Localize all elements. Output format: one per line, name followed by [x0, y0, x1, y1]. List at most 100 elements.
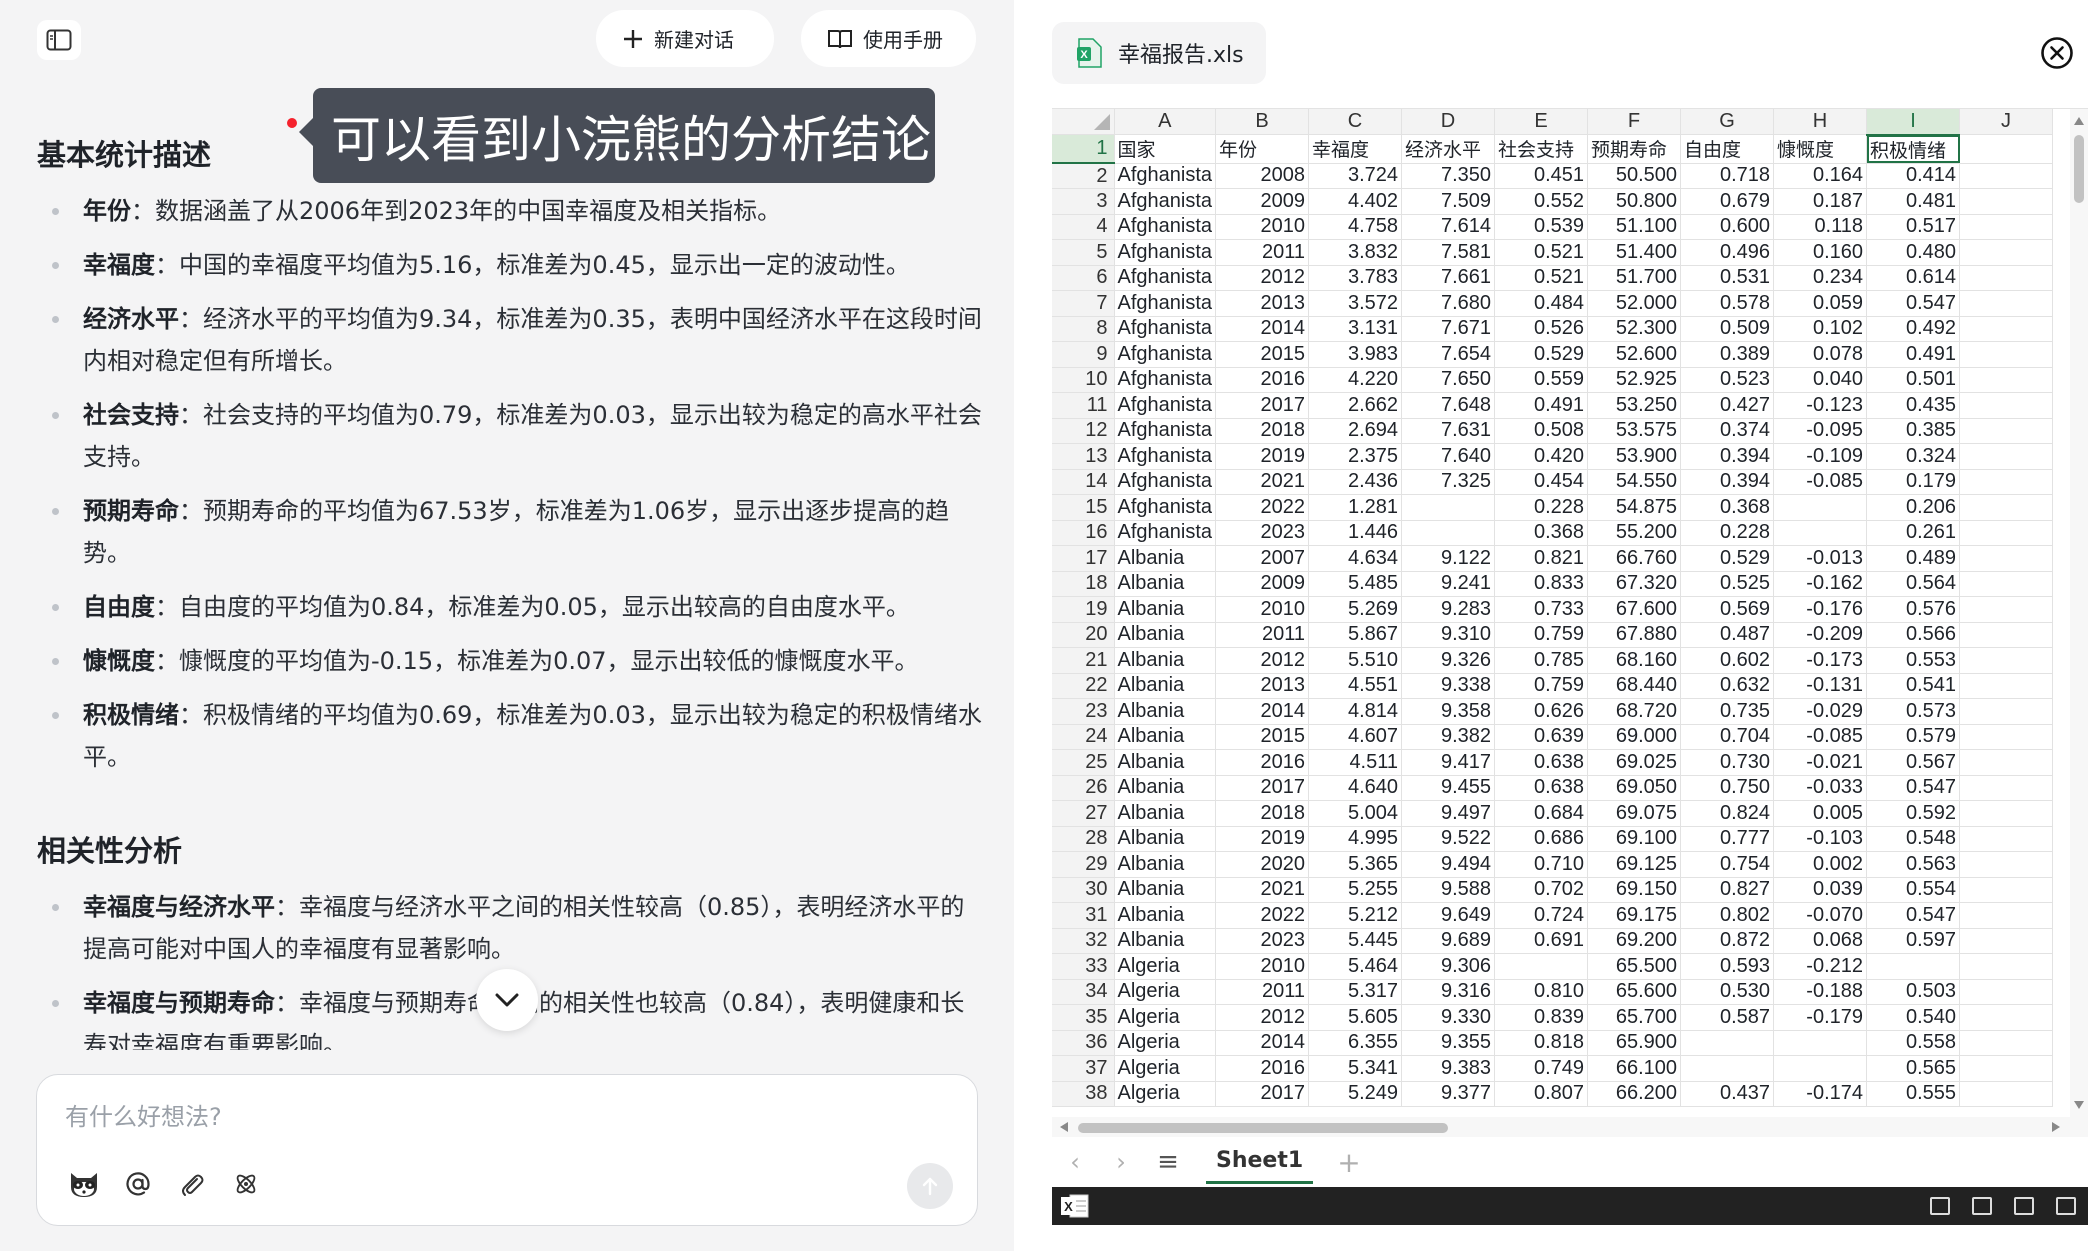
table-cell[interactable]: 0.547	[1866, 902, 1961, 929]
table-cell[interactable]: -0.188	[1773, 979, 1868, 1005]
table-cell[interactable]: 69.175	[1587, 902, 1682, 929]
table-cell[interactable]: 0.526	[1494, 316, 1589, 342]
table-cell[interactable]: 9.383	[1401, 1055, 1496, 1082]
row-number[interactable]: 7	[1052, 290, 1115, 317]
header-cell[interactable]: 社会支持	[1494, 134, 1589, 164]
table-cell[interactable]	[1959, 622, 2054, 648]
table-cell[interactable]: -0.173	[1773, 647, 1868, 674]
table-cell[interactable]: 5.365	[1308, 851, 1403, 878]
table-cell[interactable]: 0.754	[1680, 851, 1775, 878]
table-cell[interactable]: 0.481	[1866, 188, 1961, 215]
table-cell[interactable]: 0.566	[1866, 622, 1961, 648]
row-number[interactable]: 33	[1052, 953, 1115, 980]
table-cell[interactable]: 0.484	[1494, 290, 1589, 317]
table-cell[interactable]: 0.492	[1866, 316, 1961, 342]
table-cell[interactable]: 4.758	[1308, 214, 1403, 240]
table-cell[interactable]: 0.005	[1773, 800, 1868, 827]
table-cell[interactable]: Albania	[1114, 928, 1217, 954]
table-cell[interactable]: 0.810	[1494, 979, 1589, 1005]
column-header[interactable]: F	[1587, 109, 1682, 135]
table-cell[interactable]: 52.000	[1587, 290, 1682, 317]
table-cell[interactable]: 2022	[1215, 494, 1310, 521]
table-cell[interactable]	[1959, 851, 2054, 878]
table-cell[interactable]: 52.925	[1587, 367, 1682, 393]
table-cell[interactable]: 9.306	[1401, 953, 1496, 980]
table-cell[interactable]: 5.341	[1308, 1055, 1403, 1082]
row-number[interactable]: 6	[1052, 265, 1115, 291]
table-cell[interactable]: 0.554	[1866, 877, 1961, 903]
table-cell[interactable]: 9.122	[1401, 545, 1496, 572]
table-cell[interactable]: 4.402	[1308, 188, 1403, 215]
vertical-scrollbar[interactable]	[2070, 109, 2088, 1117]
table-cell[interactable]: 0.750	[1680, 775, 1775, 801]
table-cell[interactable]: Afghanista	[1114, 520, 1217, 546]
next-sheet-icon[interactable]: ›	[1098, 1148, 1144, 1176]
table-cell[interactable]: 9.310	[1401, 622, 1496, 648]
table-cell[interactable]: 0.487	[1680, 622, 1775, 648]
select-all-corner[interactable]	[1052, 109, 1115, 135]
table-cell[interactable]: Algeria	[1114, 953, 1217, 980]
model-select-button[interactable]	[229, 1167, 263, 1201]
table-cell[interactable]	[1959, 1081, 2054, 1107]
table-cell[interactable]: 7.648	[1401, 392, 1496, 419]
table-cell[interactable]: 69.200	[1587, 928, 1682, 954]
table-cell[interactable]: 0.691	[1494, 928, 1589, 954]
table-cell[interactable]: 9.326	[1401, 647, 1496, 674]
row-number[interactable]: 1	[1052, 134, 1115, 164]
table-cell[interactable]	[1959, 367, 2054, 393]
table-cell[interactable]: 0.679	[1680, 188, 1775, 215]
table-cell[interactable]: 0.824	[1680, 800, 1775, 827]
table-cell[interactable]: Afghanista	[1114, 214, 1217, 240]
row-number[interactable]: 13	[1052, 443, 1115, 470]
table-cell[interactable]: Albania	[1114, 571, 1217, 597]
row-number[interactable]: 12	[1052, 418, 1115, 444]
table-cell[interactable]: 5.867	[1308, 622, 1403, 648]
table-cell[interactable]	[1959, 571, 2054, 597]
table-cell[interactable]: Algeria	[1114, 1055, 1217, 1082]
table-cell[interactable]: Albania	[1114, 877, 1217, 903]
table-cell[interactable]: 65.500	[1587, 953, 1682, 980]
table-cell[interactable]: 0.509	[1680, 316, 1775, 342]
row-number[interactable]: 34	[1052, 979, 1115, 1005]
table-cell[interactable]: Afghanista	[1114, 443, 1217, 470]
table-cell[interactable]: 0.508	[1494, 418, 1589, 444]
column-header[interactable]: D	[1401, 109, 1496, 135]
table-cell[interactable]: 69.075	[1587, 800, 1682, 827]
table-cell[interactable]	[1680, 1055, 1775, 1082]
table-cell[interactable]: 2018	[1215, 800, 1310, 827]
table-cell[interactable]: 0.541	[1866, 673, 1961, 699]
table-cell[interactable]: Albania	[1114, 724, 1217, 750]
table-cell[interactable]	[1959, 341, 2054, 368]
table-cell[interactable]: 0.261	[1866, 520, 1961, 546]
table-cell[interactable]: 9.377	[1401, 1081, 1496, 1107]
table-cell[interactable]: 0.160	[1773, 239, 1868, 266]
table-cell[interactable]: 0.600	[1680, 214, 1775, 240]
table-cell[interactable]: 52.600	[1587, 341, 1682, 368]
table-cell[interactable]: 2011	[1215, 239, 1310, 266]
column-header[interactable]: A	[1114, 109, 1217, 135]
table-cell[interactable]: Albania	[1114, 851, 1217, 878]
row-number[interactable]: 21	[1052, 647, 1115, 674]
table-cell[interactable]: 0.374	[1680, 418, 1775, 444]
table-cell[interactable]: 0.563	[1866, 851, 1961, 878]
table-cell[interactable]: 7.654	[1401, 341, 1496, 368]
table-cell[interactable]	[1401, 494, 1496, 521]
table-cell[interactable]: 0.702	[1494, 877, 1589, 903]
table-cell[interactable]: 5.464	[1308, 953, 1403, 980]
row-number[interactable]: 24	[1052, 724, 1115, 750]
table-cell[interactable]: 68.440	[1587, 673, 1682, 699]
table-cell[interactable]: 66.200	[1587, 1081, 1682, 1107]
table-cell[interactable]	[1773, 520, 1868, 546]
table-cell[interactable]: 51.100	[1587, 214, 1682, 240]
table-cell[interactable]: -0.085	[1773, 724, 1868, 750]
table-cell[interactable]: 4.607	[1308, 724, 1403, 750]
table-cell[interactable]: 69.000	[1587, 724, 1682, 750]
row-number[interactable]: 8	[1052, 316, 1115, 342]
header-cell[interactable]: 经济水平	[1401, 134, 1496, 164]
table-cell[interactable]: Albania	[1114, 775, 1217, 801]
column-header[interactable]: H	[1773, 109, 1868, 135]
table-cell[interactable]: 68.720	[1587, 698, 1682, 725]
header-cell[interactable]: 积极情绪	[1866, 134, 1961, 164]
attach-file-button[interactable]	[175, 1167, 209, 1201]
table-cell[interactable]: Afghanista	[1114, 494, 1217, 521]
